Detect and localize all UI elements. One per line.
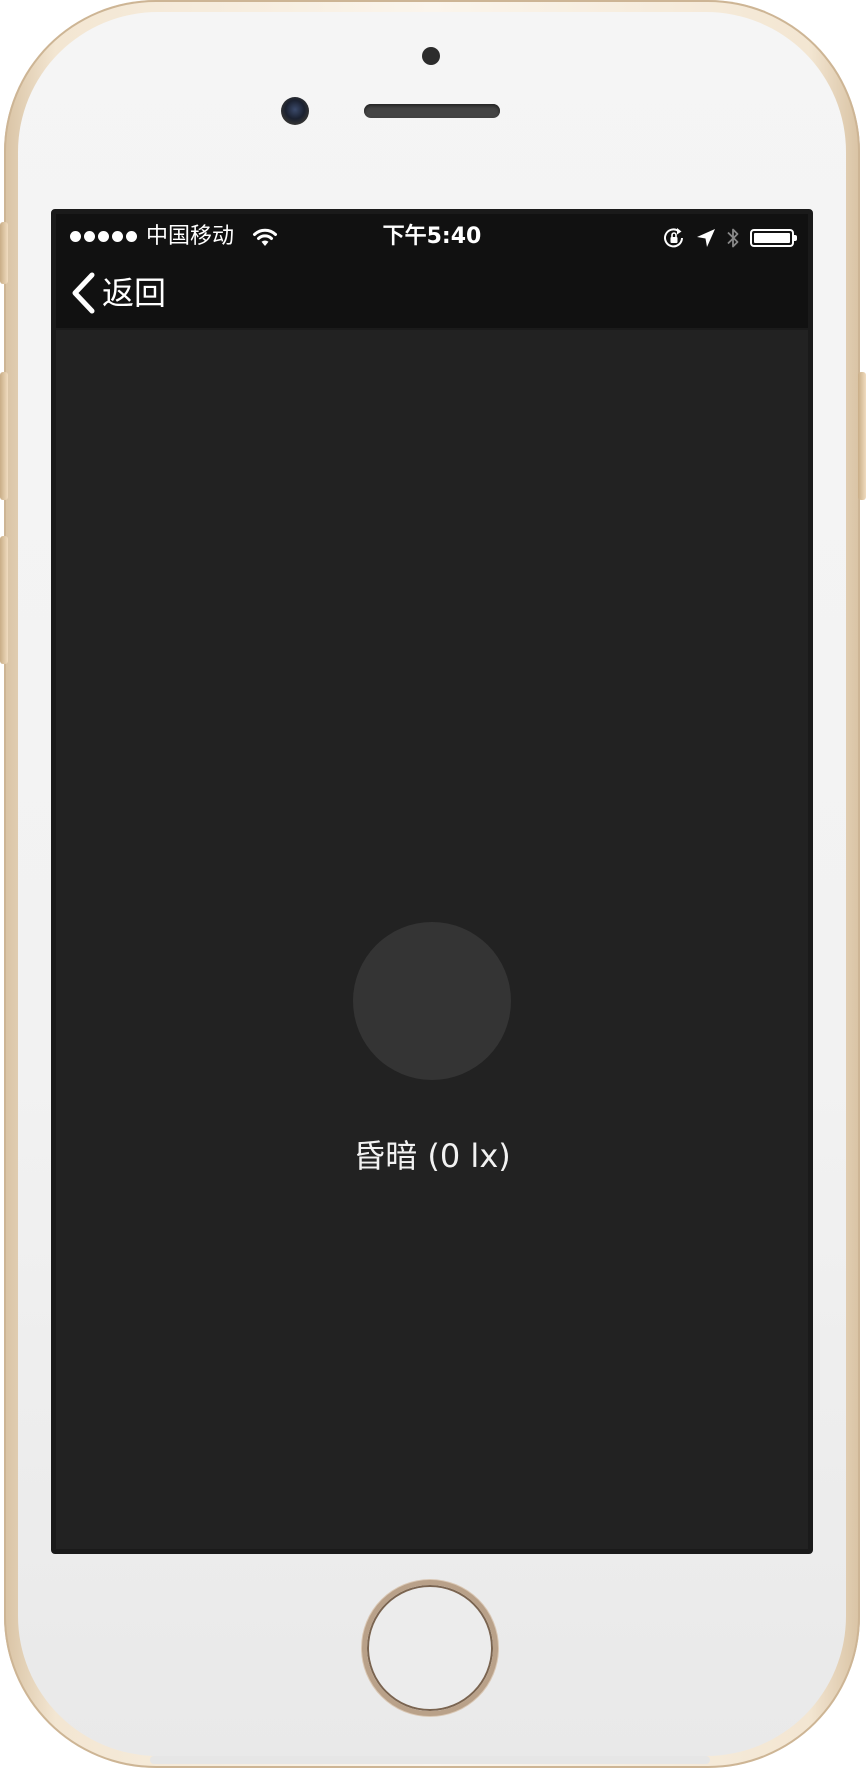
light-level-indicator [353, 922, 511, 1080]
sensor-content: 昏暗 (0 lx) [56, 330, 808, 1549]
status-bar: 中国移动 下午5:40 [56, 214, 808, 258]
location-arrow-icon [697, 229, 715, 247]
phone-bottom-edge [150, 1756, 710, 1764]
battery-icon [750, 229, 797, 247]
earpiece-speaker [364, 104, 500, 118]
rotation-lock-icon [664, 228, 683, 248]
back-label: 返回 [102, 274, 167, 312]
navigation-bar: 返回 [56, 258, 808, 330]
screen: 中国移动 下午5:40 返回 昏暗 (0 lx) [51, 209, 813, 1554]
power-button[interactable] [858, 372, 866, 500]
battery-fill [754, 233, 790, 243]
light-reading-label: 昏暗 (0 lx) [353, 1137, 511, 1175]
bluetooth-icon [727, 228, 739, 248]
chevron-left-icon [72, 272, 95, 314]
home-button[interactable] [362, 1580, 498, 1716]
back-button[interactable]: 返回 [70, 270, 166, 316]
proximity-sensor [422, 47, 440, 65]
silent-switch[interactable] [0, 222, 8, 284]
status-icons [662, 226, 797, 250]
volume-down-button[interactable] [0, 536, 8, 664]
volume-up-button[interactable] [0, 372, 8, 500]
front-camera [281, 97, 309, 125]
